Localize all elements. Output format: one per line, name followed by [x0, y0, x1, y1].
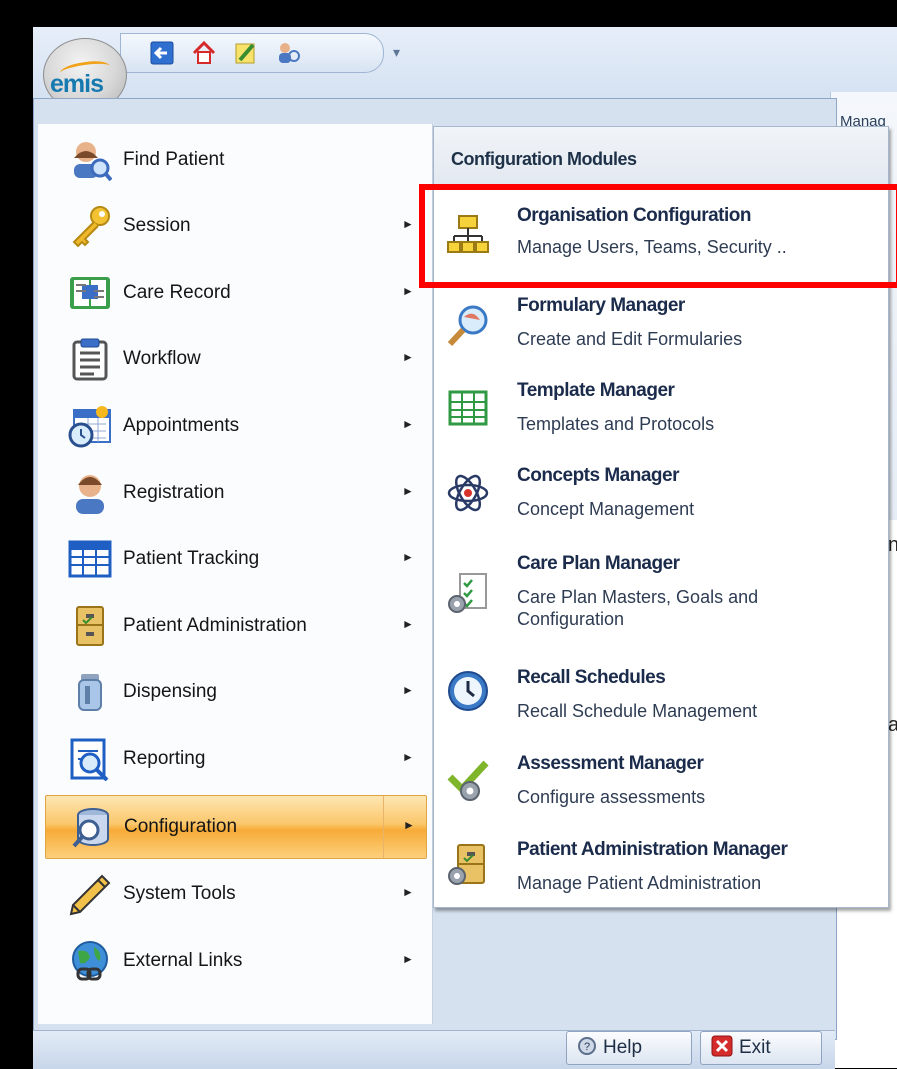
submenu-item-concepts-manager[interactable]: Concepts Manager Concept Management	[434, 463, 888, 543]
submenu-item-title: Formulary Manager	[517, 295, 685, 316]
submenu-item-description: Configure assessments	[517, 787, 706, 807]
submenu-item-description: Manage Patient Administration	[517, 873, 762, 893]
svg-text:?: ?	[584, 1041, 590, 1053]
database-search-icon	[64, 802, 118, 852]
menu-item-care-record[interactable]: Care Record ►	[45, 262, 425, 324]
submenu-arrow-icon: ►	[402, 484, 414, 498]
calendar-clock-icon	[63, 401, 117, 451]
menu-item-label: Workflow	[123, 348, 201, 369]
edit-icon[interactable]	[233, 40, 259, 66]
menu-item-label: Dispensing	[123, 681, 217, 702]
submenu-item-formulary-manager[interactable]: Formulary Manager Create and Edit Formul…	[434, 293, 888, 373]
submenu-item-title: Concepts Manager	[517, 465, 679, 486]
highlight-box	[419, 184, 897, 288]
customize-toolbar-button[interactable]: ▾	[393, 44, 400, 61]
submenu-arrow-icon: ►	[402, 417, 414, 431]
back-arrow-icon[interactable]	[149, 40, 175, 66]
menu-item-label: Registration	[123, 482, 225, 503]
menu-item-label: Reporting	[123, 748, 206, 769]
submenu-arrow-icon: ►	[402, 217, 414, 231]
menu-item-find-patient[interactable]: Find Patient	[45, 129, 425, 191]
menu-item-patient-administration[interactable]: Patient Administration ►	[45, 595, 425, 657]
clock-icon	[446, 669, 490, 713]
submenu-item-title: Assessment Manager	[517, 753, 704, 774]
pencil-icon	[63, 869, 117, 919]
submenu-arrow-icon: ►	[402, 350, 414, 364]
find-patient-icon	[63, 135, 117, 185]
submenu-arrow-icon: ►	[402, 683, 414, 697]
menu-item-system-tools[interactable]: System Tools ►	[45, 863, 425, 925]
submenu-header: Configuration Modules	[434, 127, 888, 190]
submenu-item-description: Concept Management	[517, 499, 695, 519]
submenu-item-description-line2: Configuration	[517, 609, 625, 629]
submenu-item-title: Recall Schedules	[517, 667, 666, 688]
person-icon	[63, 468, 117, 518]
menu-item-label: Patient Administration	[123, 615, 307, 636]
menu-item-dispensing[interactable]: Dispensing ►	[45, 661, 425, 723]
checklist-gear-icon	[446, 571, 490, 615]
submenu-arrow-icon: ►	[403, 818, 415, 832]
help-button[interactable]: ? Help	[566, 1031, 692, 1065]
menu-item-workflow[interactable]: Workflow ►	[45, 328, 425, 390]
bottle-icon	[63, 667, 117, 717]
menu-item-patient-tracking[interactable]: Patient Tracking ►	[45, 528, 425, 590]
magnifier-icon	[446, 303, 490, 347]
submenu-item-title: Patient Administration Manager	[517, 839, 788, 860]
submenu-item-recall-schedules[interactable]: Recall Schedules Recall Schedule Managem…	[434, 661, 888, 741]
submenu-item-description: Create and Edit Formularies	[517, 329, 743, 349]
cabinet-gear-icon	[446, 843, 490, 887]
atom-icon	[446, 471, 490, 515]
menu-item-label: Find Patient	[123, 149, 225, 170]
table-icon	[446, 386, 490, 430]
submenu-item-patient-administration-manager[interactable]: Patient Administration Manager Manage Pa…	[434, 833, 888, 907]
menu-item-label: Patient Tracking	[123, 548, 260, 569]
menu-item-registration[interactable]: Registration ►	[45, 462, 425, 524]
submenu-arrow-icon: ►	[402, 617, 414, 631]
submenu-header-title: Configuration Modules	[451, 149, 637, 169]
submenu-item-title: Template Manager	[517, 380, 675, 401]
report-icon	[63, 734, 117, 784]
menu-item-label: Session	[123, 215, 191, 236]
globe-link-icon	[63, 936, 117, 986]
menu-item-label: External Links	[123, 950, 243, 971]
menu-item-label: Configuration	[124, 816, 238, 837]
submenu-item-care-plan-manager[interactable]: Care Plan Manager Care Plan Masters, Goa…	[434, 549, 888, 649]
submenu-arrow-icon: ►	[402, 550, 414, 564]
care-record-icon	[63, 268, 117, 318]
menu-item-label: Care Record	[123, 282, 231, 303]
exit-button-label: Exit	[739, 1037, 771, 1058]
exit-button[interactable]: Exit	[700, 1031, 822, 1065]
submenu-item-description: Care Plan Masters, Goals and	[517, 587, 759, 607]
submenu-item-description: Recall Schedule Management	[517, 701, 758, 721]
menu-item-external-links[interactable]: External Links ►	[45, 930, 425, 992]
background-text-fragment: a	[888, 714, 897, 736]
submenu-arrow-icon: ►	[402, 952, 414, 966]
submenu-arrow-icon: ►	[402, 885, 414, 899]
home-icon[interactable]	[191, 40, 217, 66]
submenu-item-template-manager[interactable]: Template Manager Templates and Protocols	[434, 378, 888, 458]
menu-item-label: System Tools	[123, 883, 236, 904]
menu-item-configuration[interactable]: Configuration ►	[45, 795, 427, 859]
background-text-fragment: n	[888, 534, 897, 556]
key-icon	[63, 201, 117, 251]
quick-access-toolbar	[120, 33, 384, 73]
grid-icon	[63, 534, 117, 584]
users-icon[interactable]	[275, 40, 301, 66]
emis-logo: emis	[50, 70, 104, 98]
submenu-arrow-icon: ►	[402, 284, 414, 298]
submenu-item-description: Templates and Protocols	[517, 414, 715, 434]
menu-item-session[interactable]: Session ►	[45, 195, 425, 257]
menu-item-reporting[interactable]: Reporting ►	[45, 728, 425, 790]
submenu-item-assessment-manager[interactable]: Assessment Manager Configure assessments	[434, 747, 888, 827]
cabinet-icon	[63, 601, 117, 651]
submenu-arrow-icon: ►	[402, 750, 414, 764]
menu-item-label: Appointments	[123, 415, 240, 436]
clipboard-icon	[63, 334, 117, 384]
close-icon	[711, 1035, 733, 1062]
help-icon: ?	[577, 1036, 597, 1061]
check-gear-icon	[446, 759, 490, 803]
menu-item-appointments[interactable]: Appointments ►	[45, 395, 425, 457]
help-button-label: Help	[603, 1037, 643, 1058]
submenu-item-title: Care Plan Manager	[517, 553, 680, 574]
